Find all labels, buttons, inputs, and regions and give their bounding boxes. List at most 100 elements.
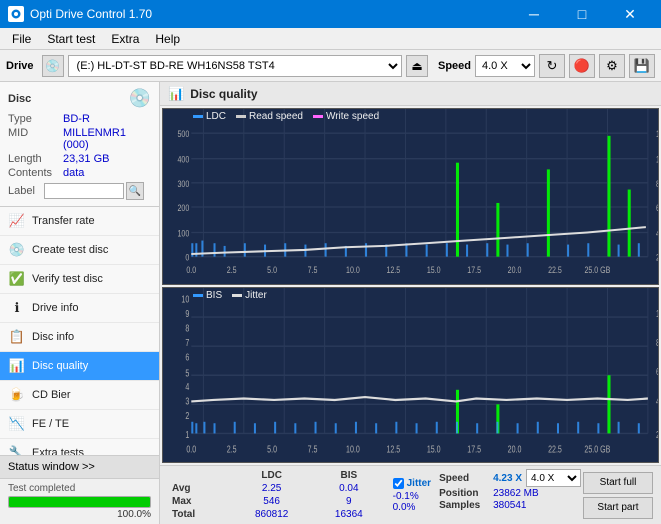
svg-text:22.5: 22.5 [548, 443, 562, 455]
total-bis: 16364 [313, 508, 385, 521]
menu-start-test[interactable]: Start test [39, 30, 103, 48]
svg-text:10: 10 [181, 293, 189, 305]
svg-text:2: 2 [185, 409, 189, 421]
svg-text:22.5: 22.5 [548, 264, 562, 275]
svg-text:8: 8 [185, 322, 189, 334]
disc-quality-header: 📊 Disc quality [160, 82, 661, 106]
svg-text:3: 3 [185, 395, 189, 407]
toolbar-btn-3[interactable]: ⚙ [599, 54, 625, 78]
sidebar-item-disc-info[interactable]: 📋 Disc info [0, 323, 159, 352]
max-bis: 9 [313, 495, 385, 508]
menu-extra[interactable]: Extra [103, 30, 147, 48]
jitter-max-val: 0.0% [393, 502, 431, 513]
svg-text:12.5: 12.5 [386, 443, 400, 455]
ldc-chart: LDC Read speed Write speed [162, 108, 659, 285]
svg-text:300: 300 [177, 178, 189, 189]
cd-bier-icon: 🍺 [8, 386, 26, 404]
sidebar: Disc 💿 Type BD-R MID MILLENMR1 (000) Len… [0, 82, 160, 524]
svg-text:6X: 6X [656, 202, 658, 213]
progress-bar-outer [8, 496, 151, 508]
svg-text:20.0: 20.0 [508, 264, 522, 275]
sidebar-item-fe-te[interactable]: 📉 FE / TE [0, 410, 159, 439]
label-search-button[interactable]: 🔍 [126, 182, 144, 200]
legend-read: Read speed [236, 111, 303, 122]
svg-text:10X: 10X [656, 154, 658, 165]
bis-chart-svg: 1 2 3 4 5 6 7 8 9 10 2% 4% 6% 8% 10% [163, 288, 658, 463]
disc-info-label: Disc info [32, 331, 74, 343]
status-window-button[interactable]: Status window >> [0, 455, 159, 478]
speed-select-small[interactable]: 4.0 X [526, 469, 581, 487]
jitter-checkbox[interactable] [393, 478, 404, 489]
sidebar-item-extra-tests[interactable]: 🔧 Extra tests [0, 439, 159, 455]
svg-text:10%: 10% [656, 307, 658, 319]
svg-text:0.0: 0.0 [186, 264, 196, 275]
toolbar-btn-1[interactable]: ↻ [539, 54, 565, 78]
start-part-button[interactable]: Start part [583, 497, 653, 519]
charts-container: LDC Read speed Write speed [160, 106, 661, 465]
toolbar-btn-2[interactable]: 🔴 [569, 54, 595, 78]
minimize-button[interactable]: ─ [511, 0, 557, 28]
menu-help[interactable]: Help [147, 30, 188, 48]
maximize-button[interactable]: □ [559, 0, 605, 28]
svg-text:20.0: 20.0 [508, 443, 522, 455]
extra-tests-label: Extra tests [32, 447, 84, 455]
svg-text:6%: 6% [656, 365, 658, 377]
length-val: 23,31 GB [63, 153, 109, 165]
svg-text:10.0: 10.0 [346, 443, 360, 455]
menu-file[interactable]: File [4, 30, 39, 48]
legend-bis-label: BIS [206, 290, 222, 301]
fe-te-label: FE / TE [32, 418, 69, 430]
speed-select[interactable]: 4.0 X [475, 55, 535, 77]
legend-write-dot [313, 115, 323, 118]
sidebar-item-verify-test-disc[interactable]: ✅ Verify test disc [0, 265, 159, 294]
legend-jitter-dot [232, 294, 242, 297]
legend-ldc-label: LDC [206, 111, 226, 122]
stats-table-container: LDC BIS Avg 2.25 0.04 Max 546 [168, 469, 385, 521]
svg-text:15.0: 15.0 [427, 443, 441, 455]
ldc-legend: LDC Read speed Write speed [193, 111, 379, 122]
sidebar-item-transfer-rate[interactable]: 📈 Transfer rate [0, 207, 159, 236]
create-test-icon: 💿 [8, 241, 26, 259]
label-input[interactable] [44, 183, 124, 199]
legend-bis: BIS [193, 290, 222, 301]
status-window-label: Status window >> [8, 461, 95, 473]
legend-read-label: Read speed [249, 111, 303, 122]
avg-bis: 0.04 [313, 482, 385, 495]
sidebar-item-drive-info[interactable]: ℹ Drive info [0, 294, 159, 323]
svg-text:400: 400 [177, 154, 189, 165]
disc-info-icon: 📋 [8, 328, 26, 346]
svg-text:5.0: 5.0 [267, 264, 277, 275]
progress-value: 100.0% [8, 509, 151, 520]
speed-info-section: Speed 4.23 X 4.0 X Position 23862 MB Sam… [439, 469, 581, 521]
svg-text:2.5: 2.5 [227, 264, 237, 275]
drive-icon-btn[interactable]: 💿 [42, 55, 64, 77]
stats-bar: LDC BIS Avg 2.25 0.04 Max 546 [160, 465, 661, 524]
app-icon [8, 6, 24, 22]
jitter-label: Jitter [407, 478, 431, 489]
speed-label: Speed [438, 60, 471, 72]
disc-panel-label: Disc [8, 93, 31, 105]
svg-text:25.0 GB: 25.0 GB [584, 264, 610, 275]
svg-text:2.5: 2.5 [227, 443, 237, 455]
dq-header-icon: 📊 [168, 86, 184, 102]
sidebar-item-create-test-disc[interactable]: 💿 Create test disc [0, 236, 159, 265]
action-buttons: Start full Start part [583, 469, 653, 521]
verify-test-icon: ✅ [8, 270, 26, 288]
drive-select[interactable]: (E:) HL-DT-ST BD-RE WH16NS58 TST4 [68, 55, 402, 77]
eject-button[interactable]: ⏏ [406, 55, 428, 77]
sidebar-item-cd-bier[interactable]: 🍺 CD Bier [0, 381, 159, 410]
svg-text:15.0: 15.0 [427, 264, 441, 275]
contents-key: Contents [8, 167, 63, 179]
contents-val[interactable]: data [63, 167, 84, 179]
bis-chart: BIS Jitter [162, 287, 659, 464]
sidebar-item-disc-quality[interactable]: 📊 Disc quality [0, 352, 159, 381]
toolbar-btn-4[interactable]: 💾 [629, 54, 655, 78]
start-full-button[interactable]: Start full [583, 472, 653, 494]
close-button[interactable]: ✕ [607, 0, 653, 28]
position-row: Position 23862 MB [439, 488, 581, 499]
svg-text:0.0: 0.0 [186, 443, 196, 455]
svg-text:7: 7 [185, 336, 189, 348]
drive-label: Drive [6, 60, 34, 72]
main-layout: Disc 💿 Type BD-R MID MILLENMR1 (000) Len… [0, 82, 661, 524]
svg-text:2%: 2% [656, 428, 658, 440]
